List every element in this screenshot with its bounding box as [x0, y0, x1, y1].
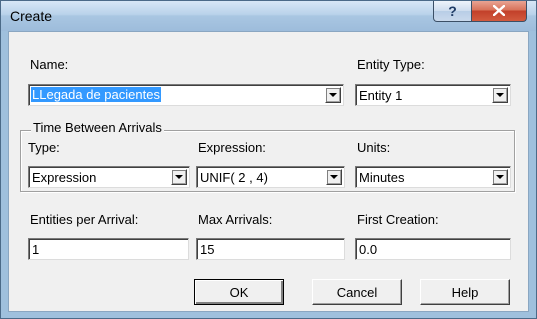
close-button[interactable] — [471, 1, 527, 22]
time-between-arrivals-label: Time Between Arrivals — [31, 120, 164, 135]
window-title: Create — [10, 8, 53, 24]
entity-type-combobox[interactable]: Entity 1 — [355, 84, 511, 106]
name-label: Name: — [30, 57, 69, 72]
chevron-down-icon[interactable] — [492, 87, 508, 103]
units-value: Minutes — [359, 170, 405, 185]
max-arrivals-value: 15 — [200, 242, 215, 257]
type-value: Expression — [32, 170, 97, 185]
help-button[interactable]: Help — [420, 279, 510, 305]
max-arrivals-input[interactable]: 15 — [196, 238, 345, 260]
name-value: LLegada de pacientes — [31, 87, 161, 102]
first-creation-input[interactable]: 0.0 — [355, 238, 511, 260]
cancel-button[interactable]: Cancel — [312, 279, 402, 305]
close-icon — [492, 3, 506, 19]
entities-per-arrival-value: 1 — [32, 242, 40, 257]
question-icon: ? — [448, 3, 457, 19]
first-creation-value: 0.0 — [359, 242, 378, 257]
chevron-down-icon[interactable] — [325, 87, 341, 103]
max-arrivals-label: Max Arrivals: — [198, 212, 273, 227]
title-help-button[interactable]: ? — [433, 1, 472, 22]
expression-value: UNIF( 2 , 4) — [200, 170, 268, 185]
chevron-down-icon[interactable] — [171, 169, 187, 185]
chevron-down-icon[interactable] — [326, 169, 342, 185]
title-bar[interactable]: Create ? — [1, 1, 536, 31]
entity-type-label: Entity Type: — [357, 57, 425, 72]
type-label: Type: — [28, 140, 60, 155]
entity-type-value: Entity 1 — [359, 88, 403, 103]
units-combobox[interactable]: Minutes — [355, 166, 511, 188]
type-combobox[interactable]: Expression — [28, 166, 190, 188]
first-creation-label: First Creation: — [357, 212, 439, 227]
chevron-down-icon[interactable] — [492, 169, 508, 185]
entities-per-arrival-label: Entities per Arrival: — [30, 212, 139, 227]
create-dialog: Create ? Name: LLegada de pacientes Enti… — [0, 0, 537, 319]
name-combobox[interactable]: LLegada de pacientes — [28, 84, 344, 106]
ok-button[interactable]: OK — [194, 279, 284, 305]
expression-combobox[interactable]: UNIF( 2 , 4) — [196, 166, 345, 188]
entities-per-arrival-input[interactable]: 1 — [28, 238, 189, 260]
dialog-body: Name: LLegada de pacientes Entity Type: … — [8, 31, 529, 312]
expression-label: Expression: — [198, 140, 266, 155]
units-label: Units: — [357, 140, 391, 155]
